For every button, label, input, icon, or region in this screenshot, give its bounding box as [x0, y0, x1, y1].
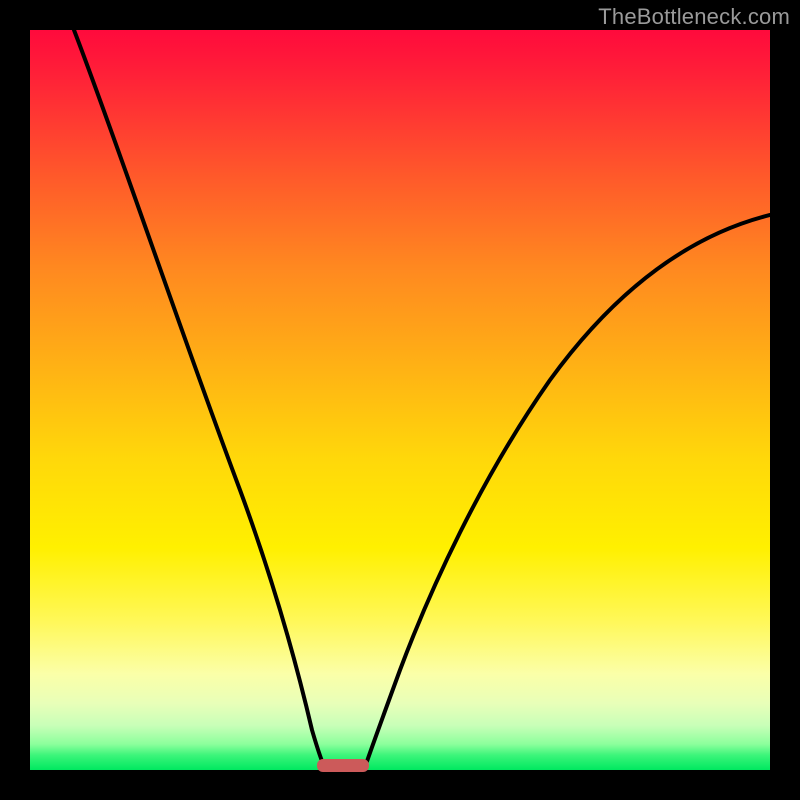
watermark-text: TheBottleneck.com: [598, 4, 790, 30]
bottleneck-curves: [30, 30, 770, 770]
curve-left: [74, 30, 326, 770]
chart-frame: TheBottleneck.com: [0, 0, 800, 800]
optimal-marker: [317, 759, 369, 772]
plot-area: [30, 30, 770, 770]
curve-right: [364, 215, 770, 770]
